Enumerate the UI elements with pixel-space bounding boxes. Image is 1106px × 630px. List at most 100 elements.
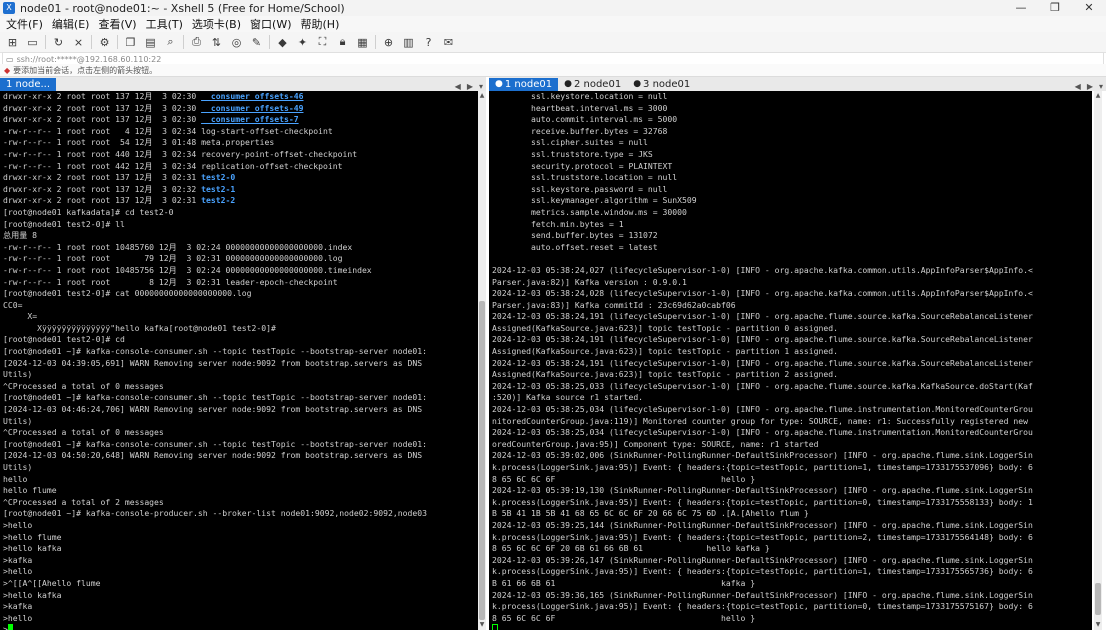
maximize-button[interactable]: ❐ xyxy=(1038,0,1072,16)
close-button[interactable]: ✕ xyxy=(1072,0,1106,16)
layout-icon[interactable]: ▥ xyxy=(401,35,416,49)
scroll-down-icon[interactable]: ▼ xyxy=(478,620,486,630)
print-icon[interactable]: ⎙ xyxy=(189,35,204,49)
tab-prev-icon[interactable]: ◀ xyxy=(452,82,464,91)
terminal-line-text: 2024-12-03 05:38:24,191 (lifecycleSuperv… xyxy=(492,357,1033,368)
chat-icon[interactable]: ✉ xyxy=(441,35,456,49)
terminal-line-text: ssl.keystore.location = null xyxy=(492,91,668,101)
terminal-line-text: >^[[A^[[Ahello flume xyxy=(3,577,101,588)
terminal-line: -rw-r--r-- 1 root root 10485756 12月 3 02… xyxy=(3,265,478,277)
terminal-line-text: >hello xyxy=(3,612,33,623)
terminal-cursor xyxy=(7,624,13,630)
terminal-line-text: [root@node01 test2-0]# ll xyxy=(3,218,125,229)
scroll-thumb[interactable] xyxy=(1095,583,1101,615)
terminal-line: drwxr-xr-x 2 root root 137 12月 3 02:31 t… xyxy=(3,195,478,207)
copy-icon[interactable]: ❐ xyxy=(123,35,138,49)
scroll-up-icon[interactable]: ▲ xyxy=(1094,91,1102,101)
terminal-line-text: hello xyxy=(3,473,28,484)
terminal-line-text: ssl.truststore.location = null xyxy=(492,172,678,183)
terminal-line: -rw-r--r-- 1 root root 440 12月 3 02:34 r… xyxy=(3,149,478,161)
terminal-line-text: Utils) xyxy=(3,462,33,472)
help-icon[interactable]: ? xyxy=(421,35,436,49)
terminal-line: Parser.java:82)] Kafka version : 0.9.0.1 xyxy=(492,277,1092,289)
left-scrollbar[interactable]: ▲ ▼ xyxy=(478,91,486,630)
tab-status-icon: ● xyxy=(564,79,572,89)
terminal-line-text: drwxr-xr-x 2 root root 137 12月 3 02:30 xyxy=(3,91,202,101)
globe-icon[interactable]: ◎ xyxy=(229,35,244,49)
terminal-line-text: 2024-12-03 05:39:25,144 (SinkRunner-Poll… xyxy=(492,519,1033,530)
compose-icon[interactable]: ✦ xyxy=(295,35,310,49)
terminal-line-text: fetch.min.bytes = 1 xyxy=(492,218,624,229)
terminal-line: :520)] Kafka source r1 started. xyxy=(492,392,1092,404)
keyboard-icon[interactable]: ▦ xyxy=(355,35,370,49)
terminal-line-text: [root@node01 test2-0]# cd xyxy=(3,334,125,345)
right-terminal[interactable]: ssl.keystore.location = null heartbeat.i… xyxy=(489,91,1092,630)
transfer-icon[interactable]: ⇅ xyxy=(209,35,224,49)
highlight-icon[interactable]: ✎ xyxy=(249,35,264,49)
paste-icon[interactable]: ▤ xyxy=(143,35,158,49)
menu-tools[interactable]: 工具(T) xyxy=(140,16,186,32)
right-tab-bar: ● 1 node01 ● 2 node01 ● 3 node01 ◀ ▶ ▾ xyxy=(489,77,1106,91)
left-terminal[interactable]: drwxr-xr-x 2 root root 137 12月 3 02:30 _… xyxy=(0,91,478,630)
tab-right-node01-3[interactable]: ● 3 node01 xyxy=(627,78,697,91)
open-folder-icon[interactable]: ▭ xyxy=(25,35,40,49)
menu-edit[interactable]: 编辑(E) xyxy=(46,16,93,32)
scroll-up-icon[interactable]: ▲ xyxy=(478,91,486,101)
terminal-line-text: Xÿÿÿÿÿÿÿÿÿÿÿÿÿÿ"hello kafka[root@node01 … xyxy=(3,322,276,333)
terminal-line-text: drwxr-xr-x 2 root root 137 12月 3 02:31 xyxy=(3,195,202,206)
menu-window[interactable]: 窗口(W) xyxy=(244,16,294,32)
terminal-line: receive.buffer.bytes = 32768 xyxy=(492,126,1092,138)
toolbar-separator xyxy=(183,35,184,49)
bookmark-icon[interactable]: ◆ xyxy=(4,66,10,75)
right-terminal-output: ssl.keystore.location = null heartbeat.i… xyxy=(489,91,1092,630)
terminal-line: [root@node01 kafkadata]# cd test2-0 xyxy=(3,207,478,219)
new-session-icon[interactable]: ⊞ xyxy=(5,35,20,49)
tab-prev-icon[interactable]: ◀ xyxy=(1072,82,1084,91)
tab-status-icon: ● xyxy=(495,79,503,89)
minimize-button[interactable]: — xyxy=(1004,0,1038,16)
directory-name: __consumer_offsets-49 xyxy=(201,102,304,113)
terminal-line-text: [root@node01 ~]# kafka-console-consumer.… xyxy=(3,438,427,449)
tab-menu-icon[interactable]: ▾ xyxy=(476,82,486,91)
find-icon[interactable]: ⌕ xyxy=(163,35,178,49)
terminal-line: 总用量 8 xyxy=(3,230,478,242)
fullscreen-icon[interactable]: ⛶ xyxy=(315,35,330,49)
terminal-line-text: 2024-12-03 05:38:25,034 (lifecycleSuperv… xyxy=(492,404,1033,415)
terminal-line: [root@node01 ~]# kafka-console-consumer.… xyxy=(3,439,478,451)
terminal-line: ssl.truststore.location = null xyxy=(492,172,1092,184)
terminal-line-text: [root@node01 test2-0]# cat 0000000000000… xyxy=(3,288,252,299)
disconnect-icon[interactable]: ⨯ xyxy=(71,35,86,49)
menu-file[interactable]: 文件(F) xyxy=(0,16,46,32)
add-icon[interactable]: ⊕ xyxy=(381,35,396,49)
terminal-line-text: Assigned(KafkaSource.java:623)] topic te… xyxy=(492,369,838,380)
terminal-line: k.process(LoggerSink.java:95)] Event: { … xyxy=(492,497,1092,509)
scroll-down-icon[interactable]: ▼ xyxy=(1094,620,1102,630)
menu-help[interactable]: 帮助(H) xyxy=(295,16,343,32)
xftp-icon[interactable]: ◆ xyxy=(275,35,290,49)
address-text: ssh://root:*****@192.168.60.110:22 xyxy=(16,54,162,64)
terminal-line: drwxr-xr-x 2 root root 137 12月 3 02:31 t… xyxy=(3,172,478,184)
menu-tabs[interactable]: 选项卡(B) xyxy=(186,16,244,32)
terminal-line-text: k.process(LoggerSink.java:95)] Event: { … xyxy=(492,496,1033,507)
terminal-line: [2024-12-03 04:46:24,706] WARN Removing … xyxy=(3,404,478,416)
reconnect-icon[interactable]: ↻ xyxy=(51,35,66,49)
xshell-app-icon[interactable]: X xyxy=(3,2,15,14)
terminal-line-text: Utils) xyxy=(3,369,33,380)
terminal-line-text: >hello kafka xyxy=(3,543,62,554)
tab-next-icon[interactable]: ▶ xyxy=(464,82,476,91)
tab-left-node01[interactable]: 1 node... xyxy=(0,78,57,91)
properties-icon[interactable]: ⚙ xyxy=(97,35,112,49)
title-bar: X node01 - root@node01:~ - Xshell 5 (Fre… xyxy=(0,0,1106,16)
tab-right-node01-1[interactable]: ● 1 node01 xyxy=(489,78,559,91)
terminal-line: [root@node01 ~]# kafka-console-consumer.… xyxy=(3,346,478,358)
tab-menu-icon[interactable]: ▾ xyxy=(1096,82,1106,91)
terminal-line-text: Assigned(KafkaSource.java:623)] topic te… xyxy=(492,346,838,357)
lock-icon[interactable]: 🔒︎ xyxy=(335,35,350,49)
right-scrollbar[interactable]: ▲ ▼ xyxy=(1094,91,1102,630)
terminal-line-text: B 61 66 6B 61 kafka } xyxy=(492,577,756,588)
menu-view[interactable]: 查看(V) xyxy=(92,16,139,32)
tab-nav: ◀ ▶ ▾ xyxy=(1072,82,1106,91)
scroll-thumb[interactable] xyxy=(479,301,485,620)
tab-right-node01-2[interactable]: ● 2 node01 xyxy=(558,78,628,91)
tab-next-icon[interactable]: ▶ xyxy=(1084,82,1096,91)
